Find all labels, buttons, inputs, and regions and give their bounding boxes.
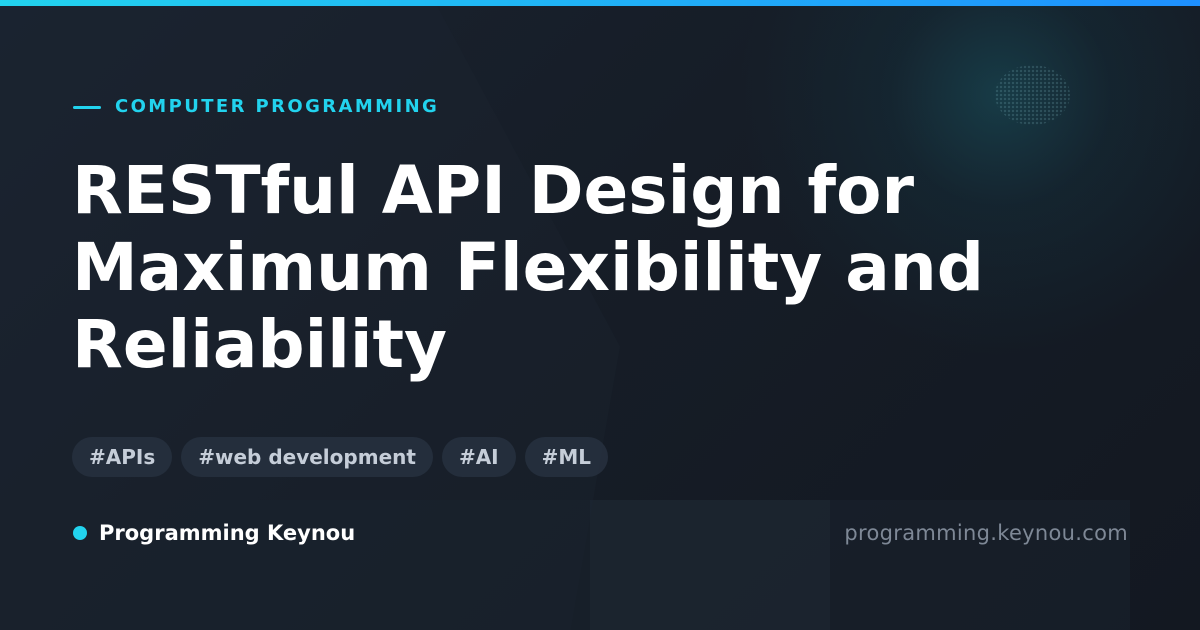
tag-apis[interactable]: #APIs <box>72 437 173 477</box>
tag-list: #APIs #web development #AI #ML <box>72 437 609 477</box>
category-dash-icon <box>73 105 101 109</box>
brand-name: Programming Keynou <box>99 521 356 545</box>
tag-ai[interactable]: #AI <box>441 437 516 477</box>
category-label: COMPUTER PROGRAMMING <box>73 96 439 118</box>
dot-pattern-decoration <box>995 65 1070 125</box>
brand-dot-icon <box>73 526 87 540</box>
top-accent-bar <box>0 0 1200 6</box>
page-title: RESTful API Design for Maximum Flexibili… <box>72 152 985 383</box>
site-url[interactable]: programming.keynou.com <box>844 519 1128 547</box>
tag-web-development[interactable]: #web development <box>181 437 433 477</box>
brand: Programming Keynou <box>73 519 355 547</box>
background-shape <box>590 500 830 630</box>
category-text: COMPUTER PROGRAMMING <box>115 96 440 117</box>
tag-ml[interactable]: #ML <box>524 437 609 477</box>
